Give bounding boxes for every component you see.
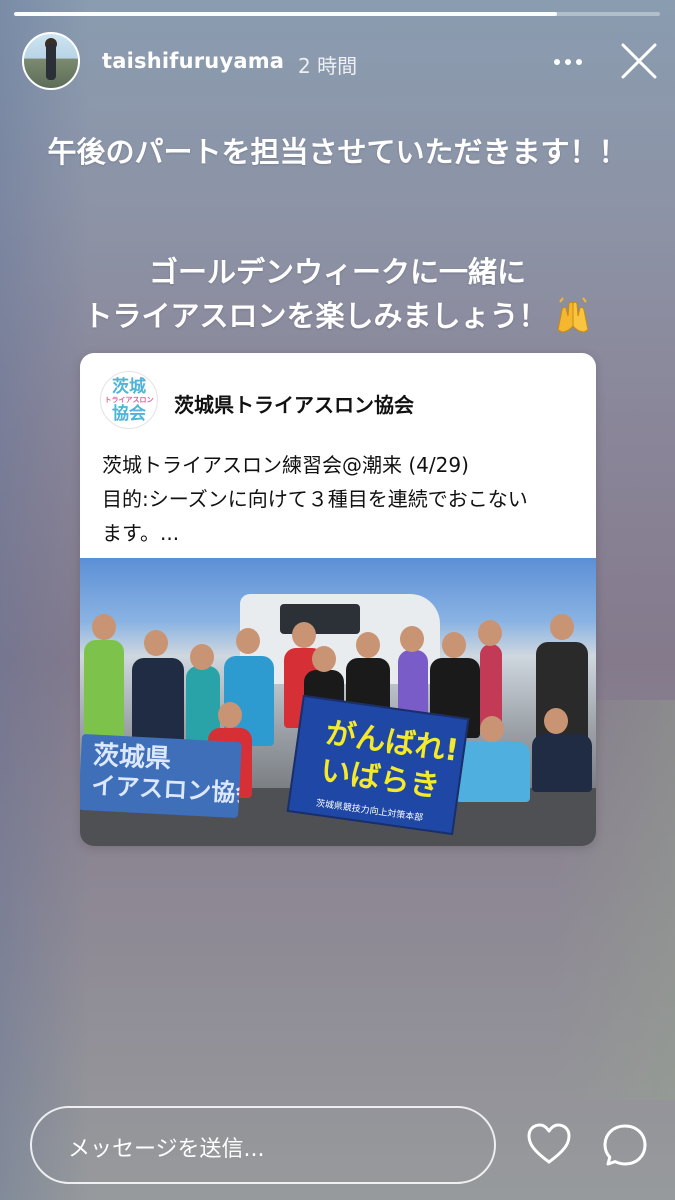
close-x-icon[interactable] bbox=[614, 36, 664, 86]
background-tint bbox=[0, 0, 90, 1200]
photo-person-head bbox=[144, 630, 168, 656]
story-progress-bar bbox=[14, 12, 660, 16]
photo-person-head bbox=[218, 702, 242, 728]
more-dot bbox=[565, 59, 571, 65]
raising-hands-emoji bbox=[554, 296, 592, 334]
post-caption-line: ます。... bbox=[102, 521, 180, 545]
avatar-logo-text: 協会 bbox=[112, 403, 146, 424]
photo-person-head bbox=[292, 622, 316, 648]
photo-person-head bbox=[442, 632, 466, 658]
heart-icon[interactable] bbox=[524, 1120, 574, 1170]
story-text-line: トライアスロンを楽しみましょう！ bbox=[83, 299, 548, 333]
profile-avatar[interactable] bbox=[22, 32, 80, 90]
post-account-name[interactable]: 茨城県トライアスロン協会 bbox=[174, 389, 414, 418]
more-dot bbox=[576, 59, 582, 65]
more-dot bbox=[554, 59, 560, 65]
avatar-photo-body bbox=[46, 44, 56, 80]
photo-person-head bbox=[236, 628, 260, 654]
banner-left-text: イアスロン協会 bbox=[90, 771, 242, 809]
photo-banner-right: がんばれ! いばらき 茨城県競技力向上対策本部 bbox=[286, 694, 470, 836]
post-caption: 茨城トライアスロン練習会@潮来 (4/29) 目的:シーズンに向けて３種目を連続… bbox=[102, 448, 582, 550]
avatar-logo-text: 茨城 bbox=[112, 376, 146, 397]
story-text-first: 午後のパートを担当させていただきます！！ bbox=[47, 135, 628, 169]
shared-post-card[interactable]: 茨城 トライアスロン 協会 茨城県トライアスロン協会 茨城トライアスロン練習会@… bbox=[80, 353, 596, 846]
photo-person-head bbox=[190, 644, 214, 670]
message-input[interactable]: メッセージを送信... bbox=[30, 1106, 496, 1184]
story-text-line-emoji-row: トライアスロンを楽しみましょう！ bbox=[40, 294, 635, 338]
story-text-line: ゴールデンウィークに一緒に bbox=[148, 255, 526, 289]
photo-person bbox=[456, 742, 530, 802]
photo-person-head bbox=[480, 716, 504, 742]
post-photo: 茨城県 イアスロン協会 がんばれ! いばらき 茨城県競技力向上対策本部 bbox=[80, 558, 596, 846]
photo-person-head bbox=[400, 626, 424, 652]
photo-banner-left: 茨城県 イアスロン協会 bbox=[80, 733, 242, 819]
story-timestamp: 2 時間 bbox=[298, 54, 358, 78]
photo-person-head bbox=[544, 708, 568, 734]
send-message-icon[interactable] bbox=[600, 1120, 650, 1170]
story-progress-fill bbox=[14, 12, 557, 16]
photo-person-head bbox=[312, 646, 336, 672]
story-header: taishifuruyama 2 時間 bbox=[0, 30, 675, 94]
photo-person-head bbox=[92, 614, 116, 640]
more-dots-icon[interactable] bbox=[546, 44, 590, 80]
story-text-second: ゴールデンウィークに一緒に トライアスロンを楽しみましょう！ bbox=[40, 250, 635, 338]
post-account-avatar[interactable]: 茨城 トライアスロン 協会 bbox=[100, 371, 158, 429]
photo-person-head bbox=[550, 614, 574, 640]
photo-person bbox=[532, 734, 592, 792]
post-caption-line: 茨城トライアスロン練習会@潮来 (4/29) bbox=[102, 453, 469, 477]
photo-person-head bbox=[356, 632, 380, 658]
photo-person-head bbox=[478, 620, 502, 646]
post-caption-line: 目的:シーズンに向けて３種目を連続でおこない bbox=[102, 487, 528, 511]
message-input-placeholder: メッセージを送信... bbox=[68, 1137, 265, 1162]
story-username[interactable]: taishifuruyama bbox=[102, 49, 284, 73]
